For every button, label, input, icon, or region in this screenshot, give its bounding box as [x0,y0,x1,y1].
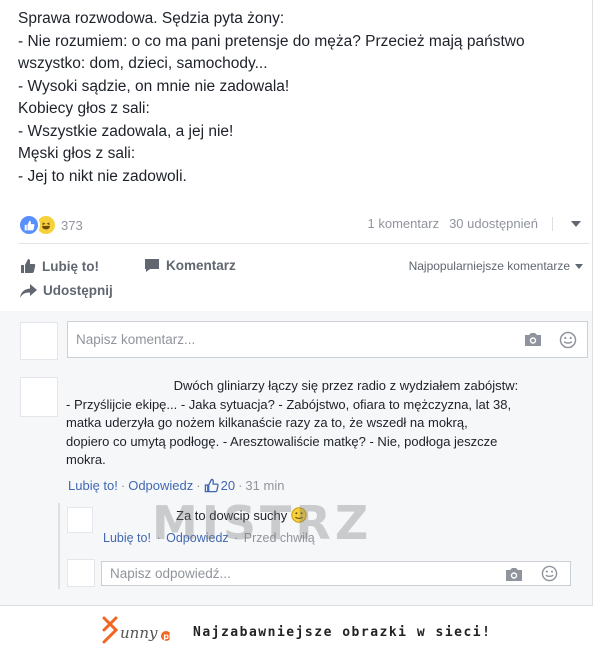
facebook-post: Sprawa rozwodowa. Sędzia pyta żony: - Ni… [0,0,593,606]
comment-button[interactable]: Komentarz [144,258,236,273]
commenter-name[interactable] [66,378,170,390]
comment-body: Dwóch gliniarzy łączy się przez radio z … [66,377,586,470]
reply-like-link[interactable]: Lubię to! [103,531,151,545]
watermark-text: MISTRZ [152,496,373,550]
avatar [20,377,58,417]
divider [18,243,590,244]
comment-input-placeholder: Napisz komentarz... [76,332,196,347]
post-line: - Jej to nikt nie zadowoli. [18,167,187,185]
comment-button-label: Komentarz [166,258,236,273]
like-icon [18,214,40,236]
reply-input-placeholder: Napisz odpowiedź... [110,566,231,581]
like-button-label: Lubię to! [42,258,99,274]
reply-thread-line [58,503,60,589]
comment-line: Dwóch gliniarzy łączy się przez radio z … [66,377,586,396]
comment-line: - Przyślijcie ekipę... - Jaka sytuacja? … [66,396,512,412]
share-button[interactable]: Udostępnij [20,283,113,298]
thumbs-up-icon [21,259,36,273]
like-button[interactable]: Lubię to! [20,258,99,274]
post-line: - Wysoki sądzie, on mnie nie zadowala! [18,77,290,95]
post-line: - Wszystkie zadowala, a jej nie! [18,122,234,140]
comment-sort-dropdown[interactable]: Najpopularniejsze komentarze [409,259,583,273]
post-line: - Nie rozumiem: o co ma pani pretensje d… [18,32,525,50]
separator: · [196,478,201,493]
emoji-icon[interactable] [541,565,558,582]
footer-tagline: Najzabawniejsze obrazki w sieci! [193,625,492,640]
share-button-label: Udostępnij [43,283,113,298]
footer-banner: unny pl Najzabawniejsze obrazki w sieci! [0,606,593,652]
separator: · [120,478,126,493]
chevron-down-icon[interactable] [571,220,581,227]
post-counts: 1 komentarz 30 udostępnień [358,216,581,231]
divider [552,216,553,231]
comment-line: mokra. [66,452,106,467]
comments-section: Napisz komentarz... Dwóch gliniarzy łącz… [0,311,592,605]
svg-text:pl: pl [163,632,172,641]
camera-icon[interactable] [524,332,542,347]
comment-timestamp[interactable]: 31 min [245,478,284,493]
comment-meta: Lubię to! · Odpowiedz · 20 · 31 min [68,478,284,493]
shares-count-link[interactable]: 30 udostępnień [449,216,538,231]
post-line: Sprawa rozwodowa. Sędzia pyta żony: [18,10,285,27]
comments-count-link[interactable]: 1 komentarz [368,216,440,231]
thumbs-up-icon [204,478,219,493]
avatar [67,559,95,587]
comment-input[interactable]: Napisz komentarz... [67,321,588,358]
reply-input[interactable]: Napisz odpowiedź... [101,561,571,586]
comment-line: matka uderzyła go nożem kilkanaście razy… [66,415,468,430]
emoji-icon[interactable] [559,331,577,349]
separator: · [238,478,243,493]
avatar [67,507,93,533]
post-text: Sprawa rozwodowa. Sędzia pyta żony: - Ni… [18,8,588,188]
comment-like-link[interactable]: Lubię to! [68,478,118,493]
post-line: wszystko: dom, dzieci, samochody... [18,55,268,72]
chevron-down-icon [575,263,583,269]
comment-reply-link[interactable]: Odpowiedz [128,478,193,493]
comment-icon [145,259,159,272]
post-line: Męski głos z sali: [18,145,136,162]
post-stats: 373 1 komentarz 30 udostępnień [0,210,592,240]
comment-line: dopiero co umytą podłogę. - Aresztowaliś… [66,433,498,449]
funny-logo: unny pl [102,616,172,644]
comment-sort-label: Najpopularniejsze komentarze [408,259,570,273]
reaction-count: 373 [61,217,83,233]
comment-like-count[interactable]: 20 [221,478,235,493]
svg-text:unny: unny [120,624,158,642]
share-icon [20,283,37,298]
camera-icon[interactable] [505,567,523,582]
post-line: Kobiecy głos z sali: [18,100,150,117]
reactions-summary[interactable]: 373 [18,214,83,236]
avatar [20,322,58,360]
post-actions: Lubię to! Komentarz Udostępnij Najpopula… [0,250,592,310]
